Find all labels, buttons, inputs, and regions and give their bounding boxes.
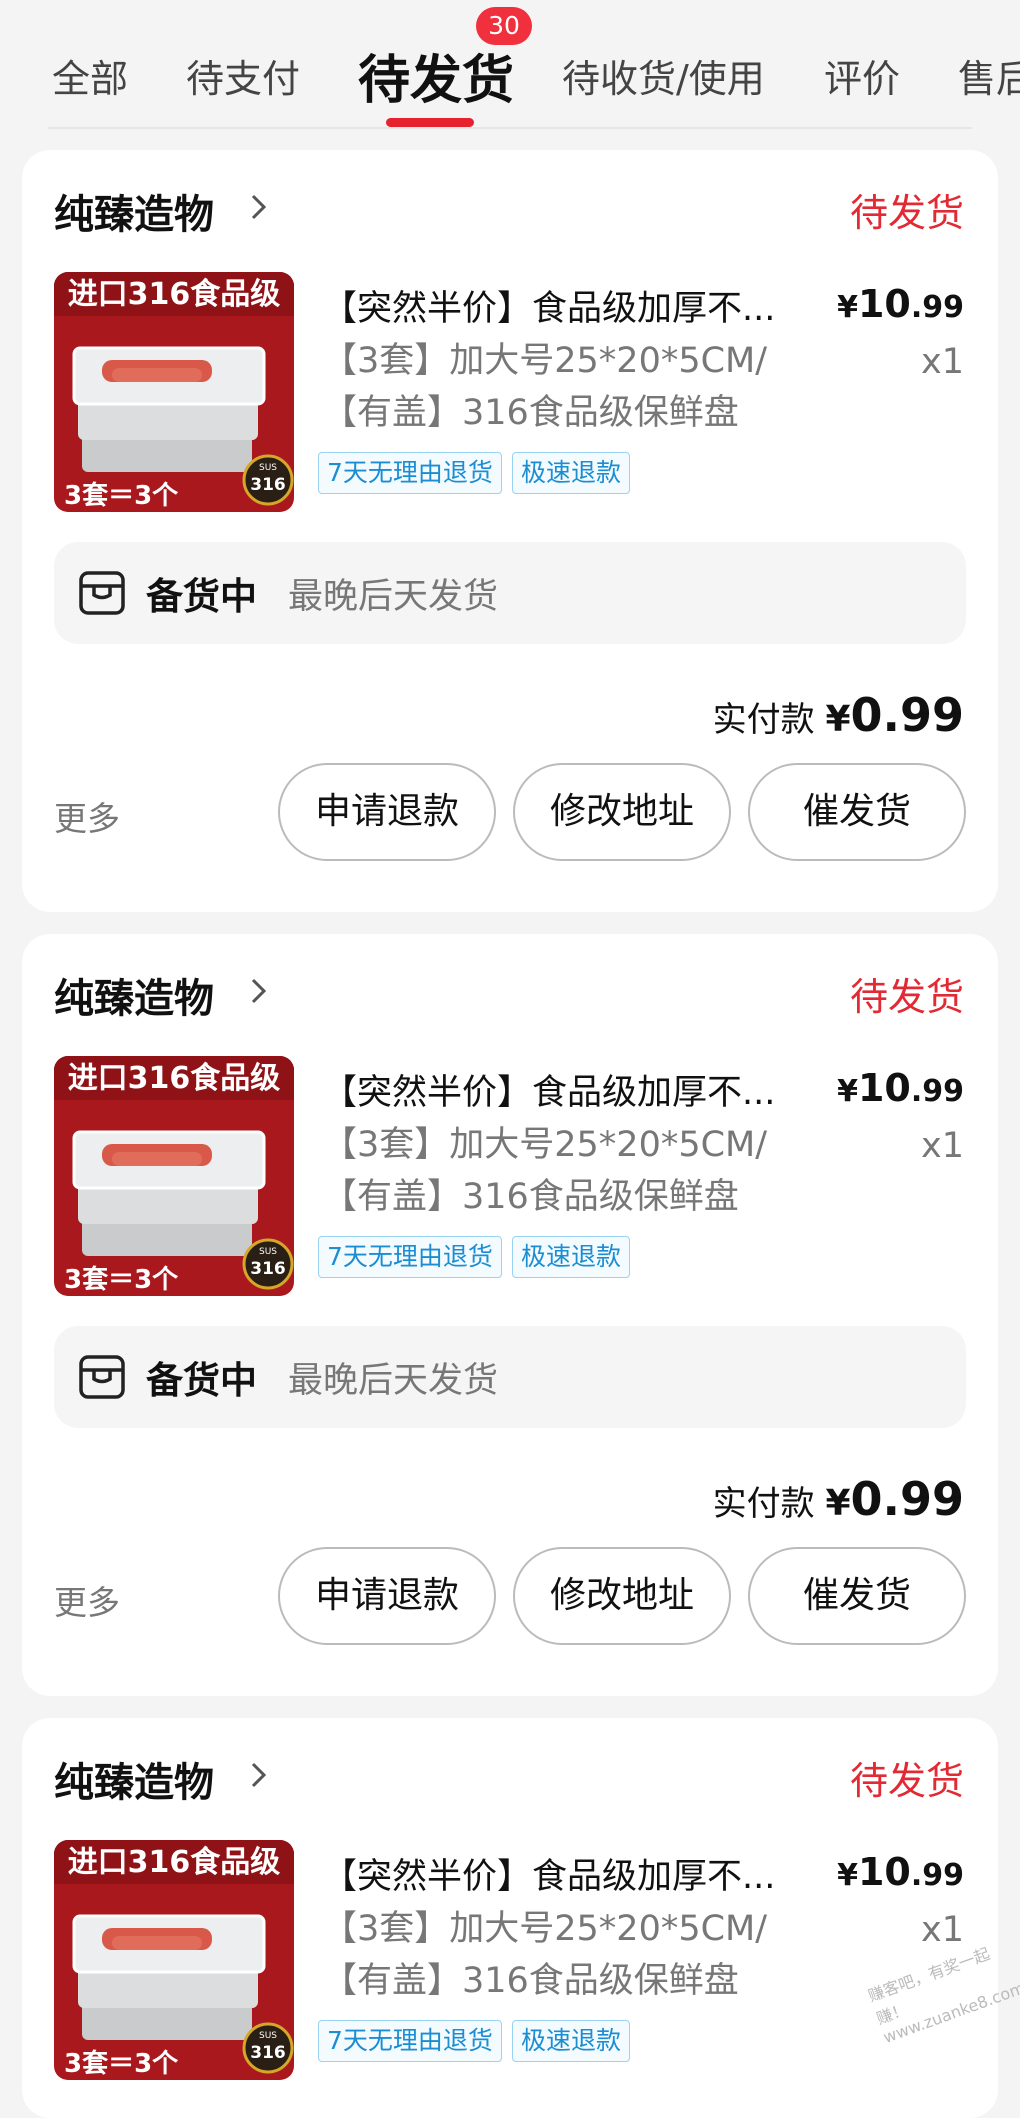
stock-label: 备货中: [146, 1359, 257, 1402]
tag-7day-return: 7天无理由退货: [318, 452, 502, 494]
order-card: 纯臻造物 待发货 进口316食品级 3套＝3个 SUS 316 【突然半价】食品…: [22, 934, 998, 1696]
stock-status-bar[interactable]: 备货中 最晚后天发货: [54, 542, 966, 644]
paid-amount: 实付款 ¥0.99: [713, 1472, 964, 1526]
product-title[interactable]: 【突然半价】食品级加厚不...: [322, 1064, 822, 1115]
paid-label: 实付款: [712, 700, 815, 740]
product-price: ¥10.99: [837, 1850, 964, 1894]
price-decimal: .99: [910, 1858, 964, 1893]
price-currency: ¥: [837, 1074, 858, 1109]
urge-shipment-button[interactable]: 催发货: [748, 1547, 966, 1645]
spec-line-1: 【3套】加大号25*20*5CM/: [322, 341, 768, 381]
spec-line-2: 【有盖】316食品级保鲜盘: [322, 1961, 739, 2001]
product-title[interactable]: 【突然半价】食品级加厚不...: [322, 1848, 822, 1899]
request-refund-button[interactable]: 申请退款: [278, 1547, 496, 1645]
paid-value: 0.99: [850, 688, 965, 742]
chevron-right-icon[interactable]: [244, 976, 274, 1006]
thumb-badge-top: SUS: [259, 1247, 277, 1257]
price-currency: ¥: [837, 1858, 858, 1893]
price-integer: 10: [857, 1066, 911, 1110]
order-card-content: 纯臻造物 待发货 进口316食品级 3套＝3个 SUS 316 【突然半价】食品…: [22, 934, 998, 1696]
shop-name[interactable]: 纯臻造物: [54, 966, 214, 1024]
paid-value: 0.99: [850, 1472, 965, 1526]
tab-pending-shipment[interactable]: 待发货: [358, 38, 514, 113]
order-status: 待发货: [849, 191, 964, 235]
order-status: 待发货: [849, 975, 964, 1019]
order-card-content: 纯臻造物 待发货 进口316食品级 3套＝3个 SUS 316 【突然半价】食品…: [22, 150, 998, 912]
paid-label: 实付款: [712, 1484, 815, 1524]
order-card: 纯臻造物 待发货 进口316食品级 3套＝3个 SUS 316 【突然半价】食品…: [22, 1718, 998, 2118]
paid-amount: 实付款 ¥0.99: [713, 688, 964, 742]
order-card-content: 纯臻造物 待发货 进口316食品级 3套＝3个 SUS 316 【突然半价】食品…: [22, 1718, 998, 2118]
thumb-badge-top: SUS: [259, 2031, 277, 2041]
thumb-top-text: 进口316食品级: [68, 1061, 281, 1096]
paid-currency: ¥: [825, 1483, 851, 1524]
tag-7day-return: 7天无理由退货: [318, 2020, 502, 2062]
thumb-bottom-text: 3套＝3个: [64, 481, 179, 511]
thumb-bottom-text: 3套＝3个: [64, 1265, 179, 1295]
order-card: 纯臻造物 待发货 进口316食品级 3套＝3个 SUS 316 【突然半价】食品…: [22, 150, 998, 912]
product-spec: 【3套】加大号25*20*5CM/ 【有盖】316食品级保鲜盘: [322, 335, 792, 439]
change-address-button[interactable]: 修改地址: [513, 1547, 731, 1645]
spec-line-2: 【有盖】316食品级保鲜盘: [322, 1177, 739, 1217]
pending-shipment-count-badge: 30: [476, 7, 532, 45]
thumb-badge-top: SUS: [259, 463, 277, 473]
shop-name[interactable]: 纯臻造物: [54, 182, 214, 240]
stock-note: 最晚后天发货: [288, 577, 499, 617]
shop-name[interactable]: 纯臻造物: [54, 1750, 214, 1808]
stock-label: 备货中: [146, 575, 257, 618]
stock-status-bar[interactable]: 备货中 最晚后天发货: [54, 1326, 966, 1428]
product-quantity: x1: [921, 342, 964, 382]
spec-line-1: 【3套】加大号25*20*5CM/: [322, 1125, 768, 1165]
tab-after-sales[interactable]: 售后: [958, 48, 1020, 103]
product-title[interactable]: 【突然半价】食品级加厚不...: [322, 280, 822, 331]
price-decimal: .99: [910, 290, 964, 325]
change-address-button[interactable]: 修改地址: [513, 763, 731, 861]
thumb-badge-number: 316: [250, 475, 286, 495]
urge-shipment-button[interactable]: 催发货: [748, 763, 966, 861]
price-integer: 10: [857, 282, 911, 326]
thumb-badge-number: 316: [250, 1259, 286, 1279]
tab-pending-receipt[interactable]: 待收货/使用: [562, 48, 765, 103]
spec-line-2: 【有盖】316食品级保鲜盘: [322, 393, 739, 433]
thumb-top-text: 进口316食品级: [68, 1845, 281, 1880]
product-quantity: x1: [921, 1126, 964, 1166]
more-button[interactable]: 更多: [54, 1576, 120, 1624]
tabs-divider: [48, 127, 972, 129]
thumb-bottom-text: 3套＝3个: [64, 2049, 179, 2079]
tab-all[interactable]: 全部: [52, 48, 128, 103]
price-currency: ¥: [837, 290, 858, 325]
request-refund-button[interactable]: 申请退款: [278, 763, 496, 861]
product-spec: 【3套】加大号25*20*5CM/ 【有盖】316食品级保鲜盘: [322, 1119, 792, 1223]
package-box-icon: [79, 1355, 125, 1399]
product-image[interactable]: 进口316食品级 3套＝3个 SUS 316: [54, 272, 294, 512]
order-status: 待发货: [849, 1759, 964, 1803]
price-integer: 10: [857, 1850, 911, 1894]
price-decimal: .99: [910, 1074, 964, 1109]
product-price: ¥10.99: [837, 282, 964, 326]
tag-7day-return: 7天无理由退货: [318, 1236, 502, 1278]
tab-review[interactable]: 评价: [824, 48, 900, 103]
product-price: ¥10.99: [837, 1066, 964, 1110]
tag-fast-refund: 极速退款: [512, 1236, 631, 1278]
product-quantity: x1: [921, 1910, 964, 1950]
chevron-right-icon[interactable]: [244, 1760, 274, 1790]
tag-fast-refund: 极速退款: [512, 2020, 631, 2062]
more-button[interactable]: 更多: [54, 792, 120, 840]
thumb-top-text: 进口316食品级: [68, 277, 281, 312]
package-box-icon: [79, 571, 125, 615]
product-spec: 【3套】加大号25*20*5CM/ 【有盖】316食品级保鲜盘: [322, 1903, 792, 2007]
stock-note: 最晚后天发货: [288, 1361, 499, 1401]
tab-pending-payment[interactable]: 待支付: [186, 48, 300, 103]
order-status-tabs: 全部 待支付 待发货 30 待收货/使用 评价 售后: [0, 0, 1020, 150]
paid-currency: ¥: [825, 699, 851, 740]
thumb-badge-number: 316: [250, 2043, 286, 2063]
chevron-right-icon[interactable]: [244, 192, 274, 222]
product-image[interactable]: 进口316食品级 3套＝3个 SUS 316: [54, 1056, 294, 1296]
spec-line-1: 【3套】加大号25*20*5CM/: [322, 1909, 768, 1949]
product-image[interactable]: 进口316食品级 3套＝3个 SUS 316: [54, 1840, 294, 2080]
active-tab-indicator: [386, 118, 474, 127]
tag-fast-refund: 极速退款: [512, 452, 631, 494]
